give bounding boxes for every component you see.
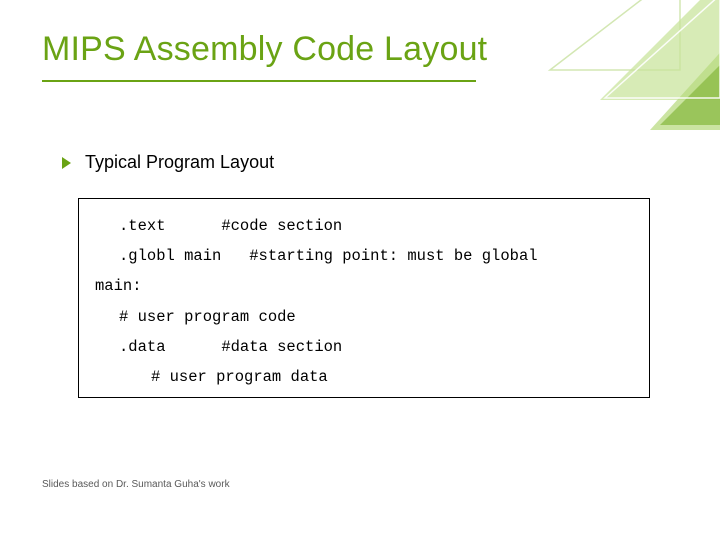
code-line: .globl main #starting point: must be glo… [119,241,633,271]
slide-title: MIPS Assembly Code Layout [42,30,487,69]
arrow-right-icon [62,157,71,169]
code-line: main: [95,271,633,301]
code-line: # user program code [119,302,633,332]
bullet-text: Typical Program Layout [85,152,274,173]
code-block: .text #code section .globl main #startin… [78,198,650,398]
bullet-item: Typical Program Layout [62,152,274,173]
title-underline [42,80,476,82]
decor-triangles [510,0,720,220]
code-line: .data #data section [119,332,633,362]
footer-credit: Slides based on Dr. Sumanta Guha's work [42,479,230,490]
code-line: .text #code section [119,211,633,241]
code-line: # user program data [151,362,633,392]
